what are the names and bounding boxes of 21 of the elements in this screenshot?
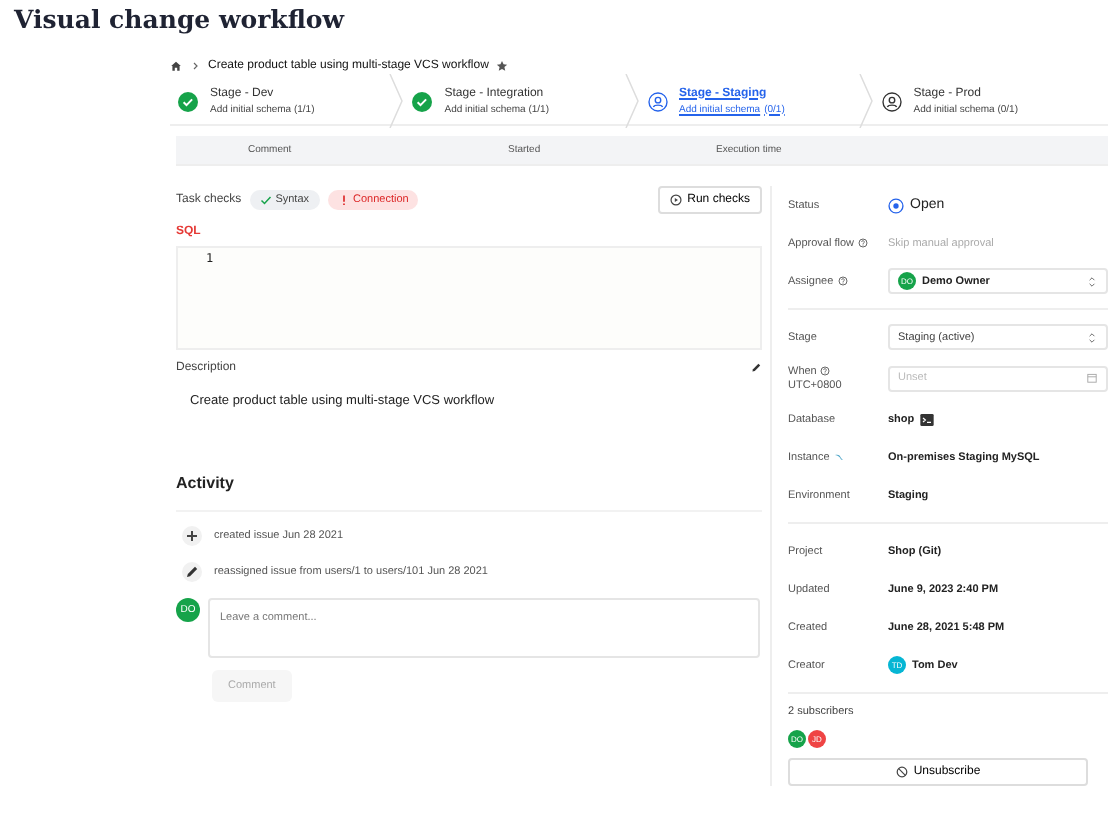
play-circle-icon <box>669 194 682 206</box>
exclamation-icon <box>337 194 350 206</box>
sort-arrows-icon <box>1086 331 1098 343</box>
step-separator <box>857 74 874 128</box>
help-icon[interactable] <box>858 238 869 248</box>
check-icon <box>259 194 272 206</box>
terminal-icon[interactable] <box>920 413 935 425</box>
pencil-icon[interactable] <box>750 362 762 374</box>
step-separator <box>388 74 405 128</box>
status-radio-icon <box>888 197 904 213</box>
calendar-icon <box>1086 372 1098 384</box>
sort-arrows-icon <box>1086 275 1098 287</box>
chevron-icon <box>190 60 200 72</box>
page-title: Visual change workflow <box>12 2 347 38</box>
star-icon[interactable] <box>496 60 509 72</box>
help-icon[interactable] <box>820 366 831 376</box>
step-separator <box>623 74 639 128</box>
prohibited-icon <box>895 766 908 778</box>
home-icon[interactable] <box>170 60 182 72</box>
activity-heading: Activity <box>176 474 762 512</box>
help-icon[interactable] <box>837 276 848 286</box>
